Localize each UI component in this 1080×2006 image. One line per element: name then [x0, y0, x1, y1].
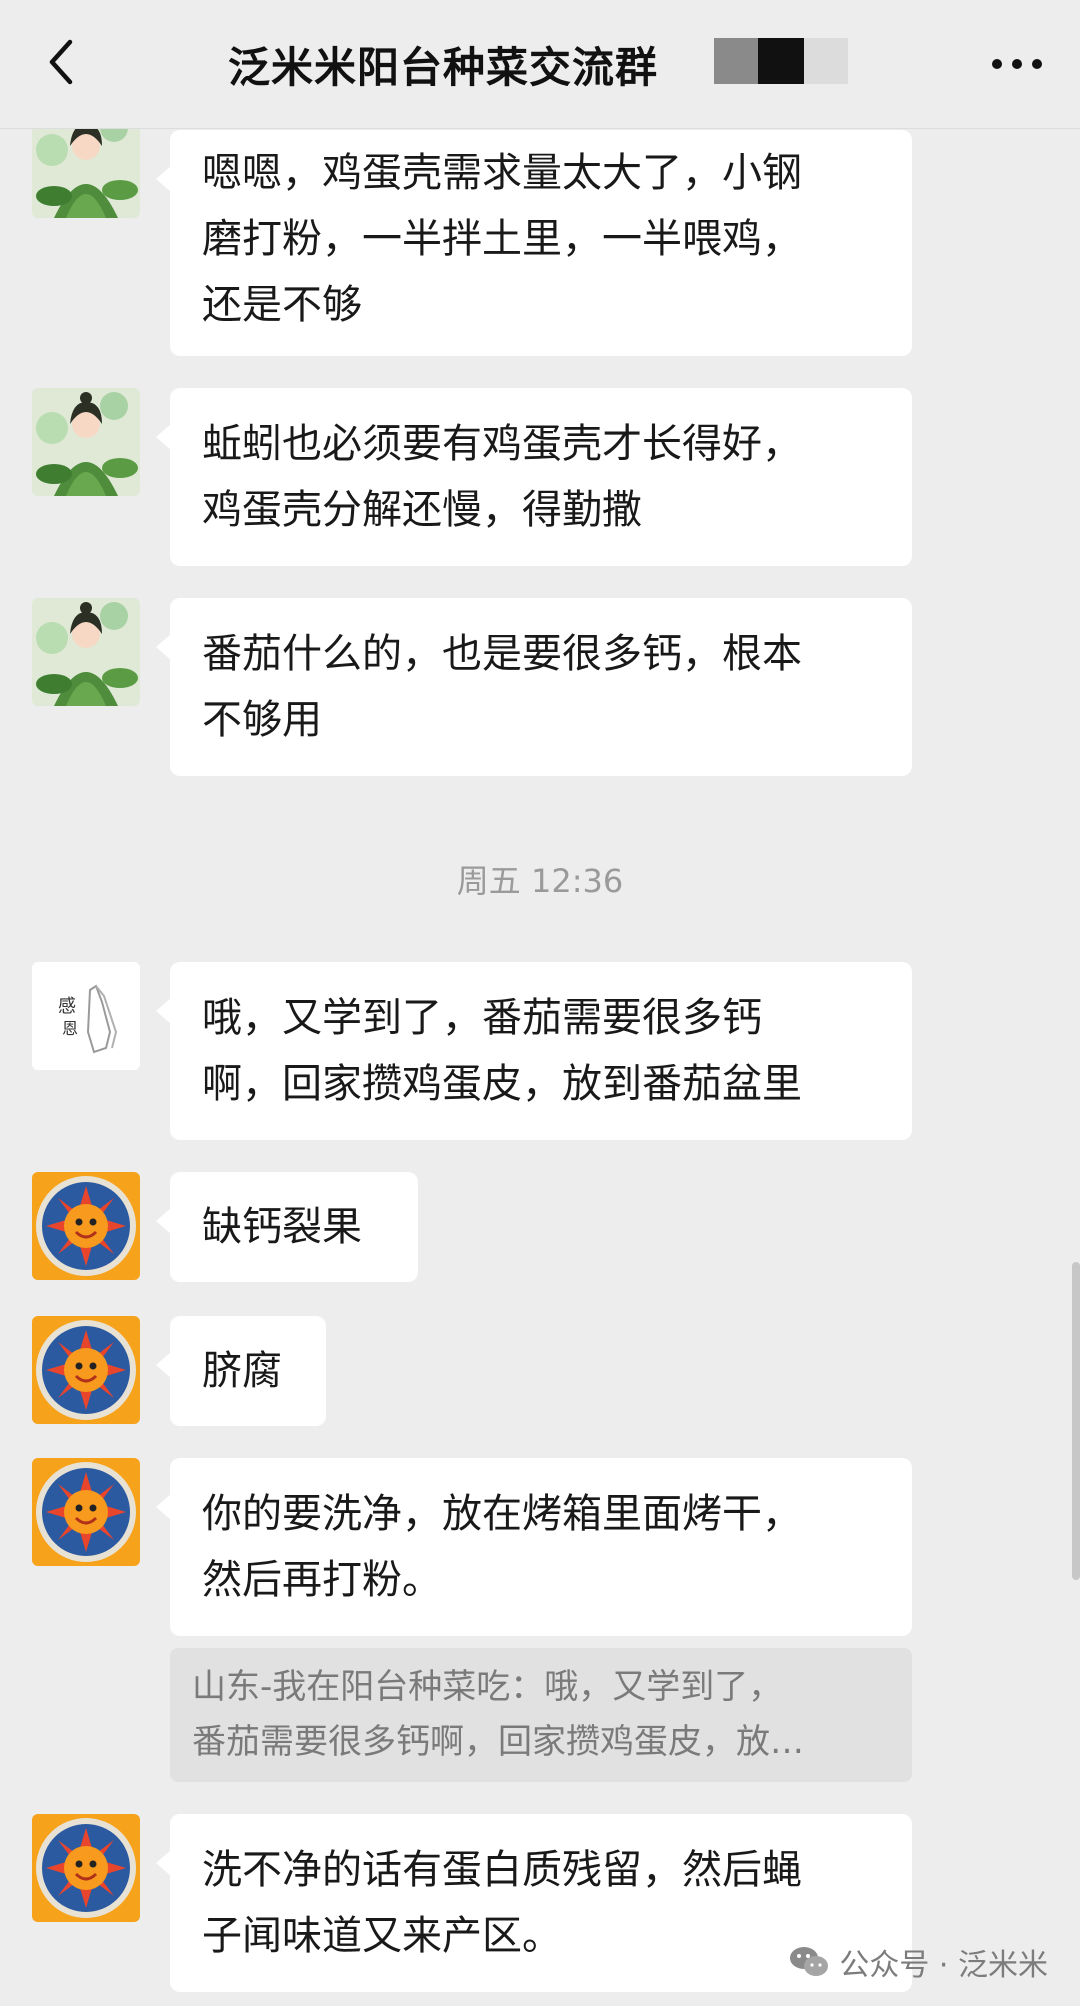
scrollbar[interactable] — [1072, 1262, 1080, 1580]
ellipsis-icon — [992, 59, 1042, 69]
redacted-block — [714, 38, 848, 84]
sun-avatar — [32, 1172, 140, 1280]
green-fairy-avatar — [32, 388, 140, 496]
sun-avatar — [32, 1458, 140, 1566]
message-bubble[interactable]: 脐腐 — [156, 1316, 326, 1426]
avatar[interactable] — [32, 118, 140, 218]
praying-hands-avatar — [32, 962, 140, 1070]
chat-title: 泛米米阳台种菜交流群 — [228, 43, 659, 92]
message-line: 番茄什么的，也是要很多钙，根本 — [202, 631, 802, 677]
message-line: 脐腐 — [202, 1348, 282, 1394]
avatar[interactable] — [32, 962, 140, 1070]
green-fairy-avatar — [32, 598, 140, 706]
message-line: 洗不净的话有蛋白质残留，然后蝇 — [202, 1847, 802, 1893]
message-line: 子闻味道又来产区。 — [202, 1913, 562, 1959]
message-line: 然后再打粉。 — [202, 1557, 442, 1603]
avatar[interactable] — [32, 1814, 140, 1922]
wechat-icon — [790, 1947, 829, 1976]
avatar[interactable] — [32, 1172, 140, 1280]
back-button[interactable] — [30, 30, 90, 94]
sun-avatar — [32, 1316, 140, 1424]
quote-line: 山东-我在阳台种菜吃：哦，又学到了， — [192, 1667, 783, 1707]
sun-avatar — [32, 1814, 140, 1922]
chat-header: 泛米米阳台种菜交流群 — [0, 0, 1080, 129]
quote-line: 番茄需要很多钙啊，回家攒鸡蛋皮，放… — [192, 1722, 804, 1762]
message-line: 缺钙裂果 — [202, 1204, 362, 1250]
chat-timestamp: 周五 12:36 — [456, 862, 624, 900]
message-bubble[interactable]: 嗯嗯，鸡蛋壳需求量太大了，小钢 磨打粉，一半拌土里，一半喂鸡， 还是不够 — [156, 130, 912, 356]
message-bubble[interactable]: 蚯蚓也必须要有鸡蛋壳才长得好， 鸡蛋壳分解还慢，得勤撒 — [156, 388, 912, 566]
watermark-text: 公众号 · 泛米米 — [839, 1948, 1048, 1983]
avatar[interactable] — [32, 388, 140, 496]
message-line: 你的要洗净，放在烤箱里面烤干， — [202, 1491, 802, 1537]
message-bubble[interactable]: 你的要洗净，放在烤箱里面烤干， 然后再打粉。 — [156, 1458, 912, 1636]
message-bubble[interactable]: 哦，又学到了，番茄需要很多钙 啊，回家攒鸡蛋皮，放到番茄盆里 — [156, 962, 912, 1140]
message-bubble[interactable]: 缺钙裂果 — [156, 1172, 418, 1282]
more-button[interactable] — [982, 36, 1052, 92]
quoted-message[interactable]: 山东-我在阳台种菜吃：哦，又学到了， 番茄需要很多钙啊，回家攒鸡蛋皮，放… — [170, 1648, 912, 1782]
watermark: 公众号 · 泛米米 — [789, 1940, 1048, 1984]
message-line: 不够用 — [202, 697, 322, 743]
avatar[interactable] — [32, 598, 140, 706]
message-line: 鸡蛋壳分解还慢，得勤撒 — [202, 487, 642, 533]
message-line: 哦，又学到了，番茄需要很多钙 — [202, 995, 762, 1041]
message-line: 磨打粉，一半拌土里，一半喂鸡， — [202, 216, 802, 262]
green-fairy-avatar — [32, 118, 140, 218]
avatar[interactable] — [32, 1458, 140, 1566]
message-line: 啊，回家攒鸡蛋皮，放到番茄盆里 — [202, 1061, 802, 1107]
avatar[interactable] — [32, 1316, 140, 1424]
message-line: 嗯嗯，鸡蛋壳需求量太大了，小钢 — [202, 150, 802, 196]
message-bubble[interactable]: 番茄什么的，也是要很多钙，根本 不够用 — [156, 598, 912, 776]
message-line: 还是不够 — [202, 282, 362, 328]
message-line: 蚯蚓也必须要有鸡蛋壳才长得好， — [202, 421, 802, 467]
chevron-left-icon — [49, 39, 73, 85]
